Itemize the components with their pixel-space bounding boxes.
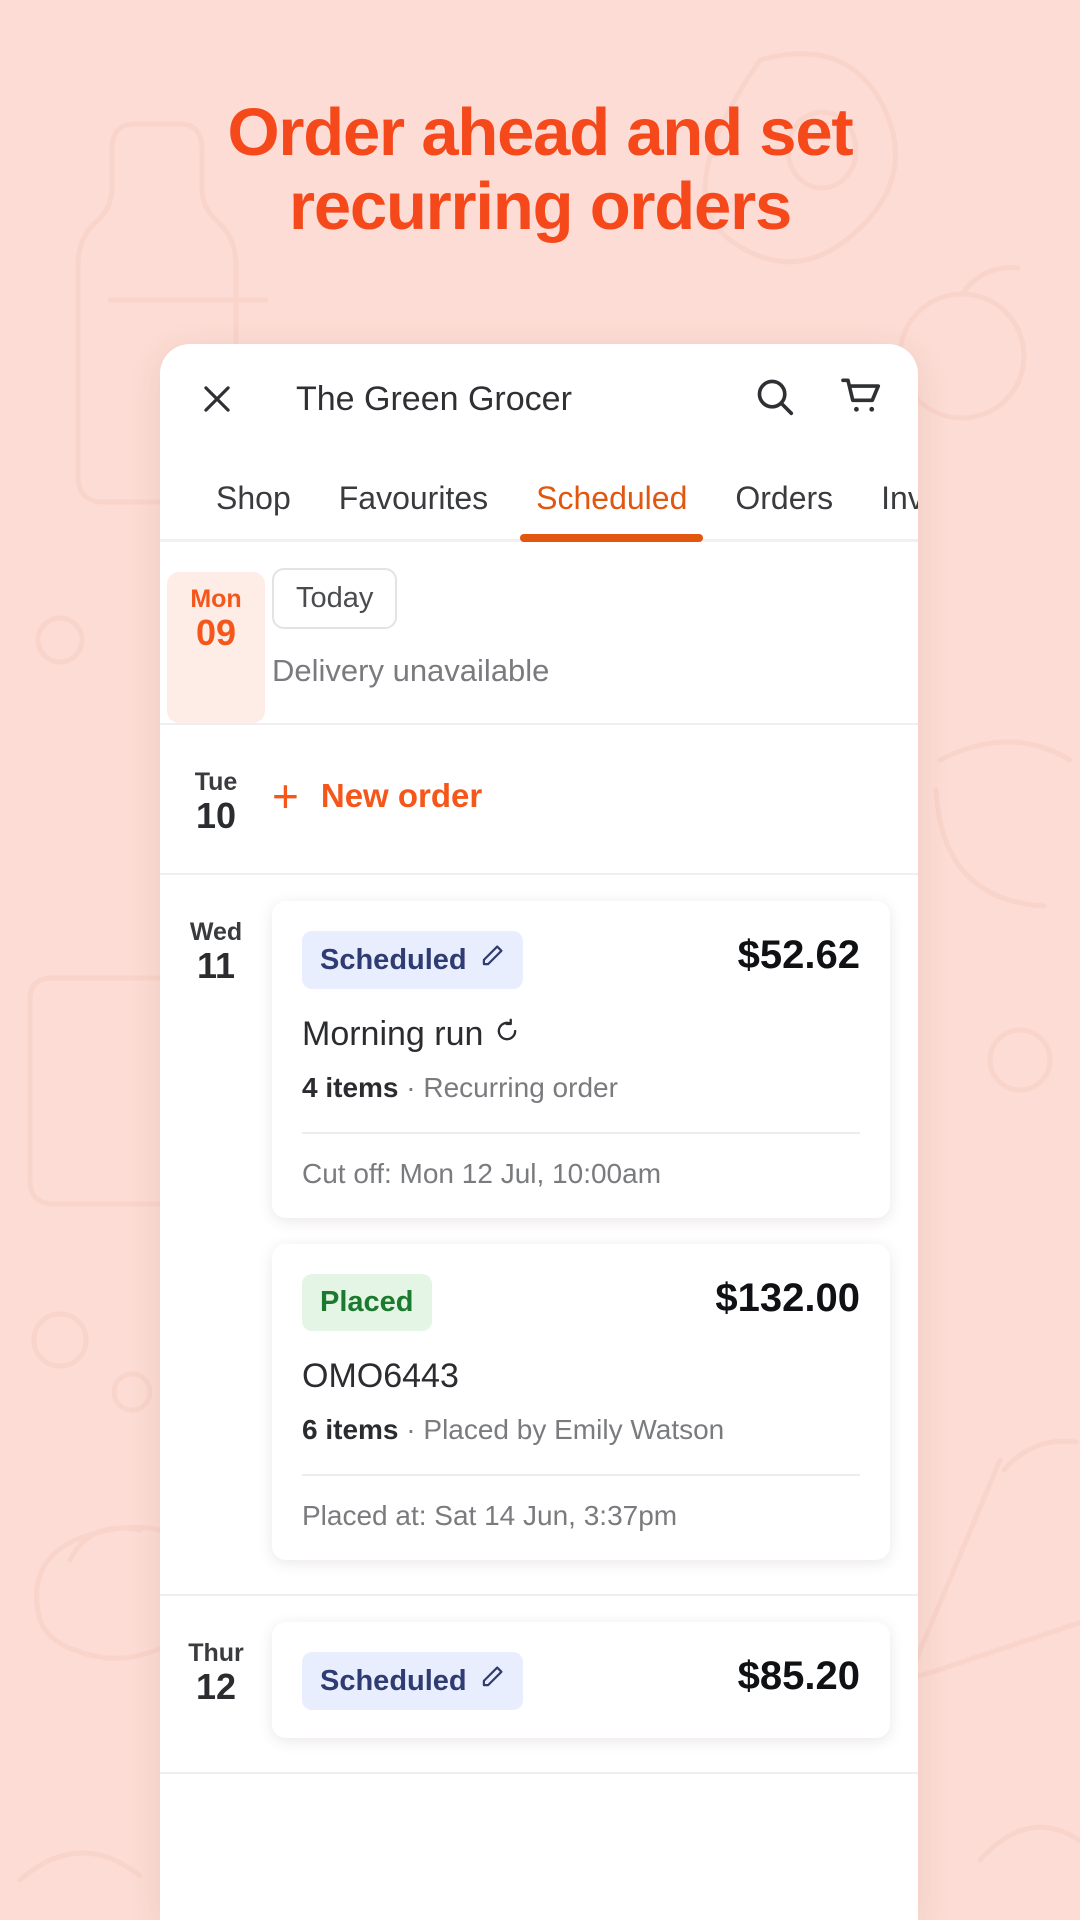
day-group: Tue 10 + New order	[160, 725, 918, 875]
day-content: Scheduled $85.20	[272, 1596, 918, 1772]
day-of-week: Wed	[189, 918, 243, 946]
recurring-icon	[493, 1015, 521, 1054]
day-of-week: Mon	[190, 585, 242, 613]
order-footer-text: Placed at: Sat 14 Jun, 3:37pm	[302, 1500, 678, 1531]
day-content: Scheduled $52.62 Morning run 4 items · Recu…	[272, 875, 918, 1594]
tab-bar[interactable]: Shop Favourites Scheduled Orders Inv	[160, 454, 918, 542]
tab-inv[interactable]: Inv	[857, 480, 918, 539]
day-chip-today: Mon 09	[167, 572, 265, 723]
close-icon[interactable]	[194, 376, 240, 422]
status-badge[interactable]: Scheduled	[302, 1652, 523, 1710]
day-content: Today Delivery unavailable	[272, 542, 918, 723]
order-price: $132.00	[715, 1276, 860, 1320]
day-content: + New order	[272, 725, 918, 873]
order-name: OMO6443	[302, 1357, 860, 1396]
order-meta: 4 items · Recurring order	[302, 1072, 860, 1104]
delivery-status-text: Delivery unavailable	[272, 653, 550, 688]
day-chip: Wed 11	[167, 905, 265, 1594]
order-card-header: Scheduled $85.20	[302, 1652, 860, 1710]
tab-favourites[interactable]: Favourites	[315, 480, 512, 539]
page-headline: Order ahead and set recurring orders	[227, 95, 853, 244]
order-detail: Recurring order	[423, 1072, 618, 1103]
scheduled-day-list: Mon 09 Today Delivery unavailable Tue 10 + New …	[160, 542, 918, 1774]
tab-scheduled[interactable]: Scheduled	[512, 480, 711, 542]
search-icon[interactable]	[752, 374, 798, 425]
day-group: Thur 12 Scheduled $85.20	[160, 1596, 918, 1774]
order-item-count: 4 items	[302, 1072, 399, 1103]
pencil-icon	[479, 943, 505, 977]
order-card-header: Scheduled $52.62	[302, 931, 860, 989]
app-header: The Green Grocer	[160, 344, 918, 454]
tab-orders[interactable]: Orders	[711, 480, 857, 539]
day-chip: Tue 10	[167, 755, 265, 873]
day-column: Mon 09	[160, 542, 272, 723]
status-badge: Placed	[302, 1274, 432, 1331]
order-card-divider	[302, 1132, 860, 1134]
order-price: $52.62	[737, 933, 860, 977]
day-number: 09	[195, 612, 237, 654]
order-card[interactable]: Placed $132.00 OMO6443 6 items · Placed by …	[272, 1244, 890, 1560]
new-order-label: New order	[320, 777, 483, 814]
plus-icon: +	[272, 770, 299, 822]
status-badge-label: Scheduled	[320, 943, 467, 976]
day-number: 10	[195, 795, 237, 837]
today-pill[interactable]: Today	[272, 568, 398, 629]
order-name: Morning run	[302, 1015, 860, 1054]
order-meta: 6 items · Placed by Emily Watson	[302, 1414, 860, 1446]
order-detail: Placed by Emily Watson	[423, 1414, 725, 1445]
pencil-icon	[479, 1664, 505, 1698]
day-column: Tue 10	[160, 725, 272, 873]
order-price: $85.20	[737, 1654, 860, 1698]
status-badge-label: Scheduled	[320, 1664, 467, 1697]
cart-icon[interactable]	[838, 374, 884, 425]
day-of-week: Thur	[188, 1639, 244, 1667]
order-name-text: Morning run	[302, 1015, 484, 1053]
order-card[interactable]: Scheduled $85.20	[272, 1622, 890, 1738]
day-column: Wed 11	[160, 875, 272, 1594]
phone-screen-mock: The Green Grocer Shop Favourites Scheduled…	[160, 344, 918, 1920]
day-of-week: Tue	[194, 768, 238, 796]
day-number: 11	[196, 945, 236, 987]
day-group: Wed 11 Scheduled $52.62 Morning run 4 items ·…	[160, 875, 918, 1596]
new-order-button[interactable]: + New order	[272, 751, 918, 839]
order-card-header: Placed $132.00	[302, 1274, 860, 1331]
order-card-divider	[302, 1474, 860, 1476]
meta-separator: ·	[398, 1072, 424, 1103]
app-title: The Green Grocer	[296, 379, 572, 418]
order-item-count: 6 items	[302, 1414, 399, 1445]
order-card[interactable]: Scheduled $52.62 Morning run 4 items · Recu…	[272, 901, 890, 1218]
status-badge-label: Placed	[320, 1286, 414, 1318]
day-column: Thur 12	[160, 1596, 272, 1772]
day-group: Mon 09 Today Delivery unavailable	[160, 542, 918, 725]
meta-separator: ·	[398, 1414, 424, 1445]
header-actions	[752, 374, 884, 425]
order-footer-text: Cut off: Mon 12 Jul, 10:00am	[302, 1158, 662, 1189]
order-name-text: OMO6443	[302, 1357, 459, 1395]
day-chip: Thur 12	[167, 1626, 265, 1772]
status-badge[interactable]: Scheduled	[302, 931, 523, 989]
tab-shop[interactable]: Shop	[192, 480, 315, 539]
day-number: 12	[195, 1666, 237, 1708]
